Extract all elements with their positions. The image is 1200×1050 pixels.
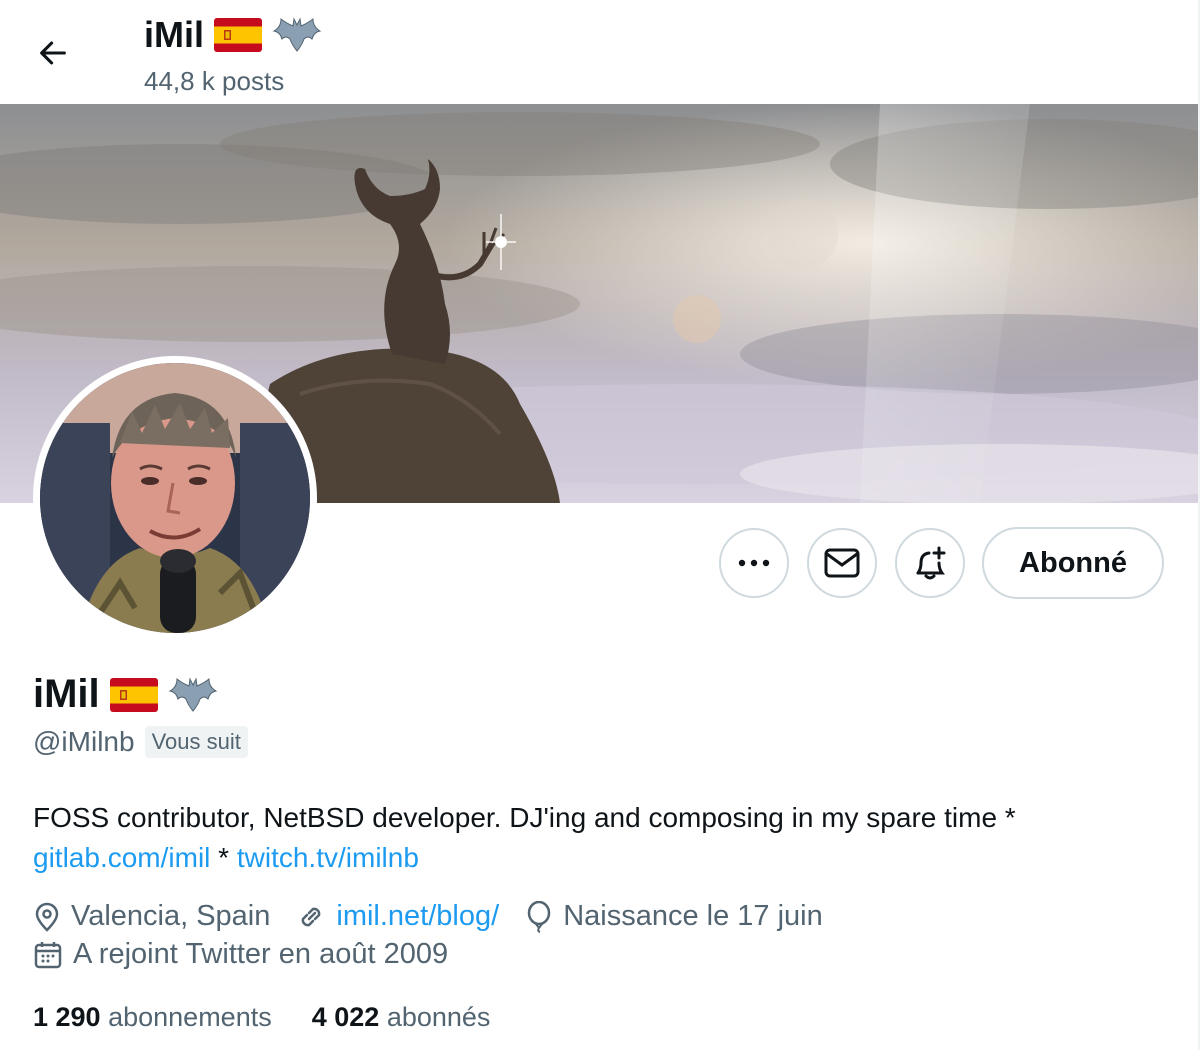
more-button[interactable] [719, 528, 789, 598]
bell-plus-icon [916, 546, 946, 580]
handle-row: @iMilnb Vous suit [33, 726, 248, 758]
followers-count: 4 022 [311, 1002, 380, 1032]
followers-label: abonnés [386, 1002, 491, 1032]
bio-link-twitch[interactable]: twitch.tv/imilnb [237, 842, 419, 873]
balloon-icon [527, 900, 551, 933]
joined-item: A rejoint Twitter en août 2009 [33, 938, 448, 971]
location-pin-icon [35, 902, 59, 932]
profile-display-name: iMil [33, 672, 218, 717]
following-button[interactable]: Abonné [982, 527, 1164, 599]
website-link[interactable]: imil.net/blog/ [336, 900, 499, 933]
profile-meta-row-1: Valencia, Spain imil.net/blog/ Naissance… [33, 900, 849, 933]
bat-icon [272, 17, 322, 52]
calendar-icon [34, 941, 62, 968]
header-name: iMil [144, 14, 204, 55]
more-horizontal-icon [738, 559, 770, 567]
profile-avatar-frame [33, 356, 317, 640]
profile-meta-row-2: A rejoint Twitter en août 2009 [33, 938, 474, 971]
bat-icon [168, 676, 218, 712]
arrow-left-icon [40, 41, 66, 65]
back-button[interactable] [30, 30, 76, 76]
link-icon [302, 907, 321, 926]
spain-flag-icon [109, 677, 158, 712]
follow-stats: 1 290 abonnements 4 022 abonnés [33, 1002, 530, 1033]
spain-flag-icon [214, 18, 262, 52]
avatar[interactable] [40, 363, 310, 633]
location-text: Valencia, Spain [71, 900, 271, 932]
joined-text: A rejoint Twitter en août 2009 [73, 938, 449, 970]
website-item: imil.net/blog/ [296, 900, 499, 933]
bio-separator: * [210, 842, 237, 873]
following-stat[interactable]: 1 290 abonnements [33, 1002, 272, 1033]
profile-bio: FOSS contributor, NetBSD developer. DJ'i… [33, 798, 1163, 878]
profile-name-text: iMil [33, 672, 100, 716]
envelope-icon [824, 548, 860, 578]
bio-text: FOSS contributor, NetBSD developer. DJ'i… [33, 802, 1016, 833]
location-item: Valencia, Spain [33, 900, 270, 933]
notifications-button[interactable] [895, 528, 965, 598]
message-button[interactable] [807, 528, 877, 598]
bio-link-gitlab[interactable]: gitlab.com/imil [33, 842, 210, 873]
followers-stat[interactable]: 4 022 abonnés [312, 1002, 491, 1033]
following-label: abonnements [108, 1002, 272, 1032]
birthday-item: Naissance le 17 juin [525, 900, 823, 933]
header-title: iMil [144, 14, 322, 56]
birthday-text: Naissance le 17 juin [563, 900, 823, 932]
following-count: 1 290 [33, 1002, 101, 1032]
profile-header-bar: iMil 44,8 k posts [0, 0, 1198, 104]
header-posts-count: 44,8 k posts [144, 66, 285, 96]
follows-you-badge: Vous suit [144, 726, 248, 758]
profile-handle: @iMilnb [33, 726, 135, 757]
